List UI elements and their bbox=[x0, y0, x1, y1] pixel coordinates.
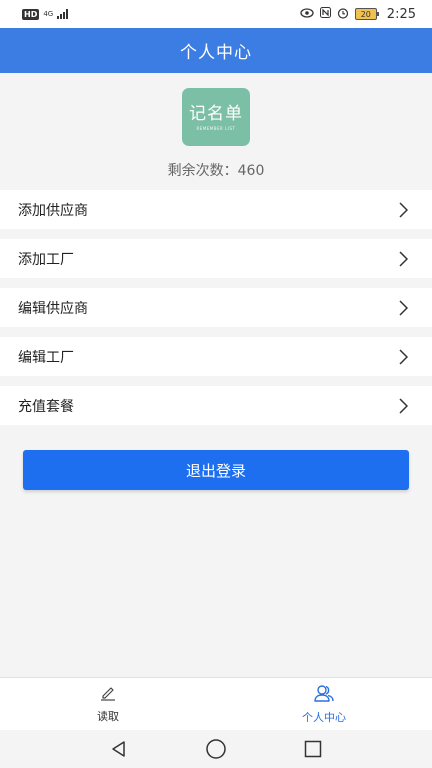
chevron-right-icon bbox=[396, 347, 410, 367]
network-type: 4G bbox=[43, 9, 54, 18]
chevron-right-icon bbox=[396, 298, 410, 318]
tab-label: 个人中心 bbox=[302, 710, 346, 724]
hd-icon: HD bbox=[22, 8, 40, 20]
menu-item-recharge[interactable]: 充值套餐 bbox=[0, 386, 432, 425]
status-right: 20 2:25 bbox=[300, 7, 416, 22]
menu-item-add-factory[interactable]: 添加工厂 bbox=[0, 239, 432, 278]
menu-item-edit-supplier[interactable]: 编辑供应商 bbox=[0, 288, 432, 327]
menu-item-edit-factory[interactable]: 编辑工厂 bbox=[0, 337, 432, 376]
signal-icon bbox=[57, 9, 69, 19]
tab-profile[interactable]: 个人中心 bbox=[274, 678, 374, 730]
logo-subtitle: REMEMBER LIST bbox=[196, 125, 236, 131]
battery-icon: 20 bbox=[354, 8, 379, 20]
menu-item-label: 添加供应商 bbox=[18, 202, 88, 219]
chevron-right-icon bbox=[396, 200, 410, 220]
page-title: 个人中心 bbox=[180, 43, 252, 63]
tab-read[interactable]: 读取 bbox=[58, 678, 158, 730]
tab-label: 读取 bbox=[97, 709, 119, 723]
chevron-right-icon bbox=[396, 396, 410, 416]
menu-item-label: 编辑供应商 bbox=[18, 300, 88, 317]
bottom-tab-bar: 读取 个人中心 bbox=[0, 677, 432, 730]
status-left: HD 4G bbox=[22, 8, 69, 20]
chevron-right-icon bbox=[396, 249, 410, 269]
title-bar: 个人中心 bbox=[0, 28, 432, 73]
nfc-icon bbox=[319, 7, 331, 21]
logout-button[interactable]: 退出登录 bbox=[23, 450, 409, 490]
system-nav-bar bbox=[0, 730, 432, 768]
app-logo: 记名单 REMEMBER LIST bbox=[182, 88, 250, 146]
status-bar: HD 4G 20 2:25 bbox=[0, 0, 432, 28]
menu-item-label: 编辑工厂 bbox=[18, 349, 74, 366]
logo-title: 记名单 bbox=[189, 103, 243, 124]
pencil-icon bbox=[99, 685, 117, 704]
eye-icon bbox=[300, 7, 314, 21]
alarm-icon bbox=[337, 7, 349, 22]
recents-icon[interactable] bbox=[301, 737, 325, 761]
home-icon[interactable] bbox=[204, 737, 228, 761]
back-icon[interactable] bbox=[107, 737, 131, 761]
remaining-count: 剩余次数：460 bbox=[167, 163, 265, 179]
user-icon bbox=[314, 684, 334, 705]
menu-item-add-supplier[interactable]: 添加供应商 bbox=[0, 190, 432, 229]
menu-item-label: 充值套餐 bbox=[18, 398, 74, 415]
menu-item-label: 添加工厂 bbox=[18, 251, 74, 268]
status-time: 2:25 bbox=[386, 6, 416, 22]
